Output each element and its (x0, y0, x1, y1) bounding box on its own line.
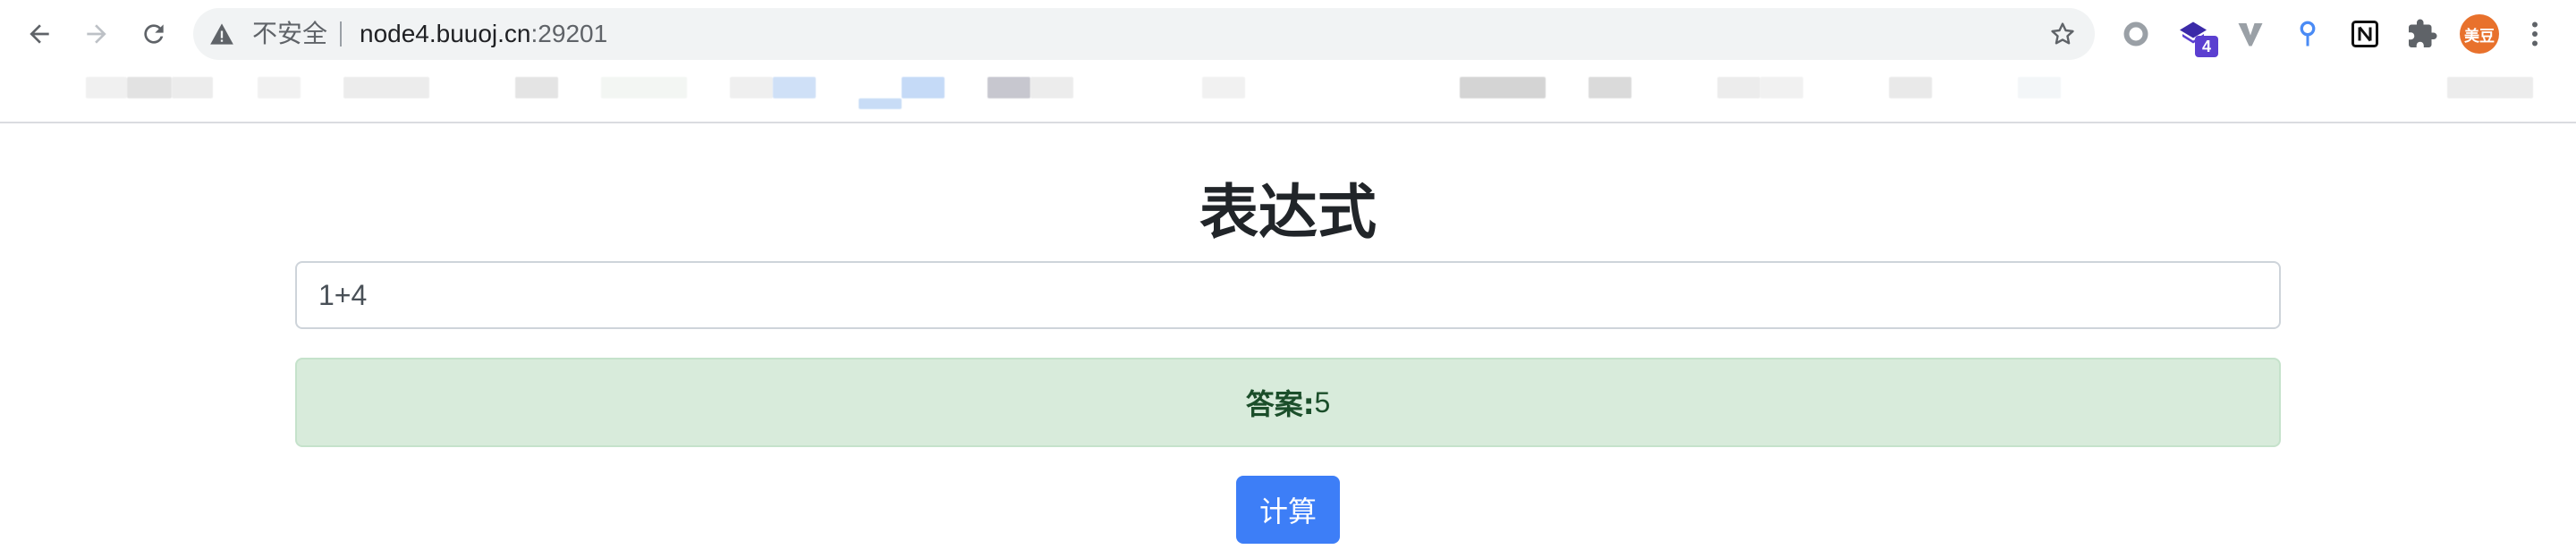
forward-button[interactable] (73, 11, 120, 57)
notion-icon[interactable] (2347, 16, 2383, 52)
url-text[interactable]: node4.buuoj.cn:29201 (360, 20, 607, 48)
bookmark-item[interactable] (773, 77, 816, 98)
arrow-right-icon (87, 24, 106, 44)
arrow-left-icon (30, 24, 49, 44)
calculate-button[interactable]: 计算 (1236, 476, 1340, 544)
bookmark-item[interactable] (1760, 77, 1803, 98)
browser-toolbar: 不安全 node4.buuoj.cn:29201 4 美豆 (0, 0, 2576, 68)
answer-label: 答案: (1245, 387, 1315, 421)
bookmark-item[interactable] (601, 77, 687, 98)
bookmark-item[interactable] (258, 77, 301, 98)
record-icon[interactable] (2118, 16, 2154, 52)
bookmark-item[interactable] (902, 77, 945, 98)
bookmark-item[interactable] (1889, 77, 1932, 98)
browser-menu-icon[interactable] (2517, 16, 2553, 52)
omnibox-divider (340, 21, 342, 46)
bookmark-item[interactable] (1202, 77, 1245, 98)
warning-icon (210, 23, 233, 45)
bookmark-item[interactable] (515, 77, 558, 98)
bookmark-item[interactable] (2018, 77, 2061, 98)
url-host: node4.buuoj.cn (360, 20, 531, 47)
vimium-icon[interactable] (2233, 16, 2268, 52)
bookmark-item[interactable] (86, 77, 127, 98)
bookmark-item[interactable] (730, 77, 773, 98)
profile-avatar[interactable]: 美豆 (2460, 14, 2499, 54)
extension-badge: 4 (2195, 36, 2218, 57)
expression-input[interactable] (295, 261, 2281, 329)
bookmark-item[interactable] (1460, 77, 1546, 98)
bookmark-item[interactable] (1589, 77, 1631, 98)
bookmark-item[interactable] (987, 77, 1030, 98)
puzzle-icon[interactable] (2404, 16, 2440, 52)
bookmark-star-icon[interactable] (2048, 20, 2077, 48)
pin-icon[interactable] (2290, 16, 2326, 52)
bookmark-item[interactable] (343, 77, 429, 98)
bookmark-item[interactable] (2447, 77, 2533, 98)
bookmarks-bar (0, 68, 2576, 123)
bookmark-item[interactable] (859, 98, 902, 109)
bookmark-item[interactable] (1030, 77, 1073, 98)
page-title: 表达式 (1199, 178, 1377, 247)
url-port: :29201 (530, 20, 608, 47)
reload-button[interactable] (131, 11, 177, 57)
bookmark-item[interactable] (1717, 77, 1760, 98)
back-button[interactable] (16, 11, 63, 57)
bookmark-item[interactable] (127, 77, 172, 98)
answer-value: 5 (1314, 385, 1331, 418)
address-bar[interactable]: 不安全 node4.buuoj.cn:29201 (193, 8, 2095, 60)
security-label[interactable]: 不安全 (252, 21, 327, 47)
bookmark-item[interactable] (172, 77, 213, 98)
answer-alert: 答案: 5 (295, 358, 2281, 447)
reload-icon (144, 24, 164, 44)
